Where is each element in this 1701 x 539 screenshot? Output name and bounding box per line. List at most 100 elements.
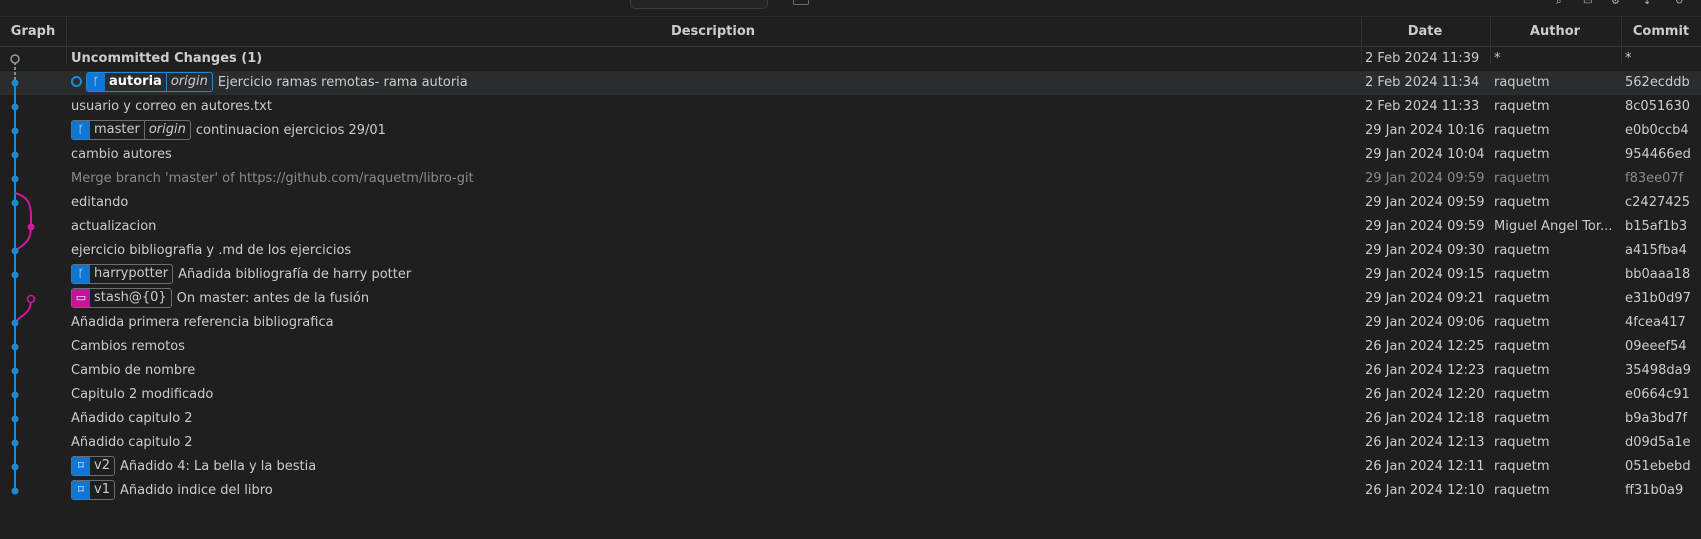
commit-hash: d09d5a1e xyxy=(1625,435,1691,450)
commit-date: 26 Jan 2024 12:11 xyxy=(1365,459,1485,474)
commit-row[interactable]: cambio autores 29 Jan 2024 10:04 raquetm 95… xyxy=(0,143,1701,167)
commit-message: Añadido 4: La bella y la bestia xyxy=(119,459,317,474)
commit-row[interactable]: ᚴ harrypotter Añadida bibliografía de harr… xyxy=(0,263,1701,287)
graph-column-header[interactable]: Graph xyxy=(0,17,66,46)
commit-row[interactable]: ᚴ autoria origin Ejercicio ramas remotas- r… xyxy=(0,71,1701,95)
commit-node[interactable] xyxy=(11,79,19,87)
ref-name: v1 xyxy=(94,481,110,497)
commit-description: cambio autores xyxy=(71,143,1359,167)
commit-date: 29 Jan 2024 09:30 xyxy=(1365,243,1485,258)
filter-checkbox[interactable] xyxy=(793,0,809,5)
commit-node[interactable] xyxy=(11,151,19,159)
commit-row[interactable]: ▭ stash@{0} On master: antes de la fusión 2… xyxy=(0,287,1701,311)
commit-description: ᚴ autoria origin Ejercicio ramas remotas- r… xyxy=(71,71,1359,95)
commit-node[interactable] xyxy=(11,439,19,447)
commit-author: raquetm xyxy=(1494,459,1550,474)
commit-description: Uncommitted Changes (1) xyxy=(71,47,1359,71)
top-toolbar: ⌕ ▭ ⚙ ↓ ↻ xyxy=(0,0,1701,17)
date-column-header[interactable]: Date xyxy=(1361,17,1489,46)
ref-badge[interactable]: ⌑ v2 xyxy=(71,455,115,476)
download-icon[interactable]: ↓ xyxy=(1643,0,1657,4)
commit-row[interactable]: Cambios remotos 26 Jan 2024 12:25 raquetm 0… xyxy=(0,335,1701,359)
ref-badge[interactable]: ▭ stash@{0} xyxy=(71,287,172,308)
tag-icon: ⌑ xyxy=(72,456,90,475)
stash-node[interactable] xyxy=(26,294,36,304)
commit-hash: 09eeef54 xyxy=(1625,339,1687,354)
commit-description: Merge branch 'master' of https://github.… xyxy=(71,167,1359,191)
commit-column-header[interactable]: Commit xyxy=(1621,17,1701,46)
commit-row[interactable]: Cambio de nombre 26 Jan 2024 12:23 raquetm… xyxy=(0,359,1701,383)
commit-node[interactable] xyxy=(11,487,19,495)
commit-node[interactable] xyxy=(11,463,19,471)
commit-description: Añadido capitulo 2 xyxy=(71,431,1359,455)
commit-hash: * xyxy=(1625,51,1632,66)
commit-description: Cambio de nombre xyxy=(71,359,1359,383)
author-column-header[interactable]: Author xyxy=(1490,17,1620,46)
commit-row[interactable]: actualizacion 29 Jan 2024 09:59 Miguel Ang… xyxy=(0,215,1701,239)
commit-row[interactable]: usuario y correo en autores.txt 2 Feb 202… xyxy=(0,95,1701,119)
commit-message: Añadida primera referencia bibliografica xyxy=(71,315,334,330)
commit-author: raquetm xyxy=(1494,75,1550,90)
ref-badge[interactable]: ᚴ harrypotter xyxy=(71,263,174,284)
commit-row[interactable]: ⌑ v2 Añadido 4: La bella y la bestia 26 Jan… xyxy=(0,455,1701,479)
commit-node[interactable] xyxy=(11,391,19,399)
commit-node[interactable] xyxy=(11,103,19,111)
commit-node[interactable] xyxy=(11,199,19,207)
commit-message: usuario y correo en autores.txt xyxy=(71,99,272,114)
commit-author: raquetm xyxy=(1494,147,1550,162)
window-icon[interactable]: ▭ xyxy=(1583,0,1597,4)
search-icon[interactable]: ⌕ xyxy=(1556,0,1570,4)
commit-date: 29 Jan 2024 09:59 xyxy=(1365,219,1485,234)
commit-hash: b15af1b3 xyxy=(1625,219,1688,234)
commit-row[interactable]: ᚴ master origin continuacion ejercicios 29/… xyxy=(0,119,1701,143)
commit-author: raquetm xyxy=(1494,483,1550,498)
commit-row[interactable]: Añadido capitulo 2 26 Jan 2024 12:18 raque… xyxy=(0,407,1701,431)
commit-date: 29 Jan 2024 09:06 xyxy=(1365,315,1485,330)
commit-row[interactable]: Merge branch 'master' of https://github.… xyxy=(0,167,1701,191)
ref-remote: origin xyxy=(143,120,190,139)
branch-icon: ᚴ xyxy=(72,120,90,139)
commit-hash: 954466ed xyxy=(1625,147,1691,162)
commit-row[interactable]: Añadido capitulo 2 26 Jan 2024 12:13 raque… xyxy=(0,431,1701,455)
commit-hash: 562ecddb xyxy=(1625,75,1690,90)
commit-node[interactable] xyxy=(11,127,19,135)
commit-node[interactable] xyxy=(11,271,19,279)
search-input[interactable] xyxy=(630,0,768,9)
commit-date: 26 Jan 2024 12:23 xyxy=(1365,363,1485,378)
commit-row[interactable]: ejercicio bibliografia y .md de los ejer… xyxy=(0,239,1701,263)
commit-hash: 35498da9 xyxy=(1625,363,1691,378)
commit-date: 26 Jan 2024 12:10 xyxy=(1365,483,1485,498)
ref-badge[interactable]: ᚴ autoria origin xyxy=(86,71,213,92)
commit-node[interactable] xyxy=(27,223,35,231)
ref-name: autoria xyxy=(105,72,166,91)
commit-row[interactable]: Uncommitted Changes (1) 2 Feb 2024 11:39 *… xyxy=(0,47,1701,71)
commit-node[interactable] xyxy=(11,343,19,351)
description-column-header[interactable]: Description xyxy=(66,17,1360,46)
commit-node[interactable] xyxy=(11,415,19,423)
commit-row[interactable]: editando 29 Jan 2024 09:59 raquetm c2427425 xyxy=(0,191,1701,215)
ref-badge[interactable]: ᚴ master origin xyxy=(71,119,191,140)
commit-hash: 4fcea417 xyxy=(1625,315,1686,330)
commit-node[interactable] xyxy=(11,367,19,375)
gear-icon[interactable]: ⚙ xyxy=(1611,0,1625,4)
commit-node[interactable] xyxy=(11,175,19,183)
commit-row[interactable]: ⌑ v1 Añadido indice del libro 26 Jan 2024 1… xyxy=(0,479,1701,503)
ref-remote: origin xyxy=(165,72,212,91)
commit-node[interactable] xyxy=(11,247,19,255)
ref-name: master xyxy=(94,121,140,137)
commit-hash: e0b0ccb4 xyxy=(1625,123,1689,138)
commit-author: raquetm xyxy=(1494,339,1550,354)
commit-row[interactable]: Capitulo 2 modificado 26 Jan 2024 12:20 ra… xyxy=(0,383,1701,407)
commit-author: Miguel Angel Tor... xyxy=(1494,219,1613,234)
history-icon[interactable]: ↻ xyxy=(1675,0,1689,4)
commit-description: editando xyxy=(71,191,1359,215)
commit-date: 29 Jan 2024 10:04 xyxy=(1365,147,1485,162)
commit-hash: c2427425 xyxy=(1625,195,1691,210)
commit-description: ⌑ v2 Añadido 4: La bella y la bestia xyxy=(71,455,1359,479)
commit-date: 26 Jan 2024 12:13 xyxy=(1365,435,1485,450)
commit-node[interactable] xyxy=(11,319,19,327)
uncommitted-node[interactable] xyxy=(10,54,20,64)
ref-badge[interactable]: ⌑ v1 xyxy=(71,479,115,500)
commit-author: * xyxy=(1494,51,1501,66)
commit-row[interactable]: Añadida primera referencia bibliografica… xyxy=(0,311,1701,335)
